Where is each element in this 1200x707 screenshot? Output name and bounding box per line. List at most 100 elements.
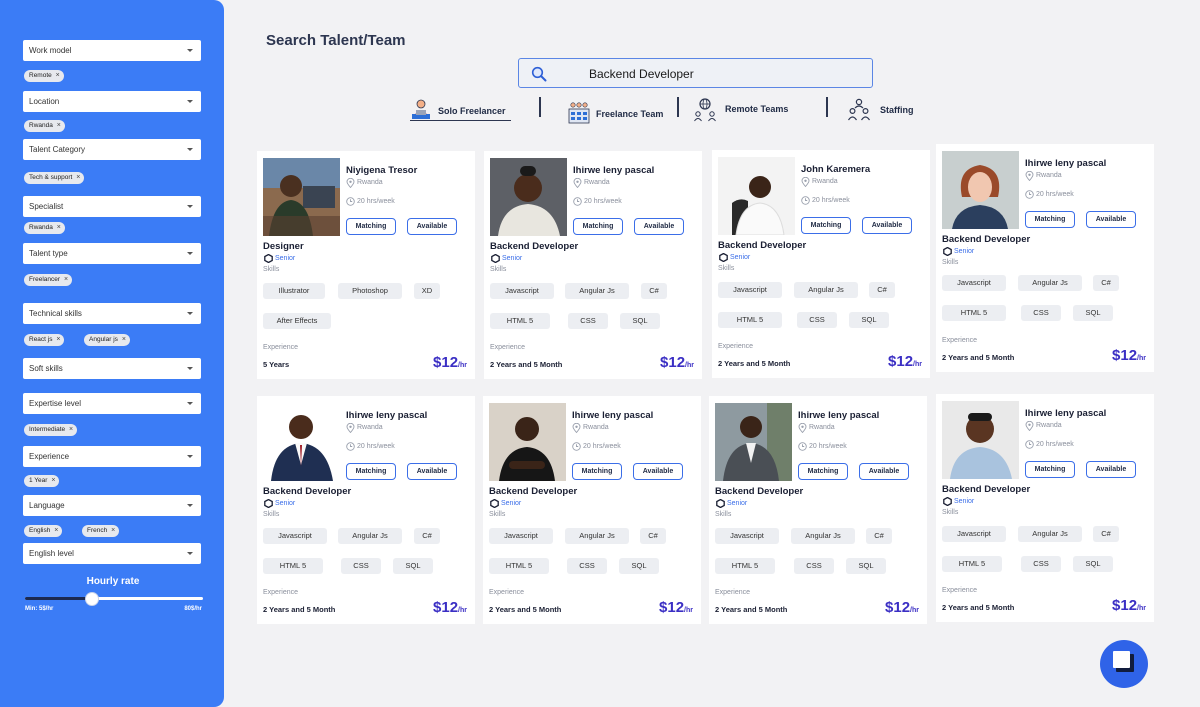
skill-tag: Angular Js <box>565 283 629 299</box>
avatar <box>715 403 792 481</box>
chip-remove-icon[interactable]: × <box>51 475 55 487</box>
soft-skills-label: Soft skills <box>29 364 63 373</box>
available-button[interactable]: Available <box>862 217 912 234</box>
available-button[interactable]: Available <box>1086 461 1136 478</box>
tab-remote-teams[interactable]: Remote Teams <box>694 96 794 126</box>
chip-remove-icon[interactable]: × <box>69 424 73 436</box>
talent-card[interactable]: Ihirwe leny pascal Rwanda 20 hrs/week Ma… <box>709 396 927 624</box>
talent-card[interactable]: Ihirwe leny pascal Rwanda 20 hrs/week Ma… <box>257 396 475 624</box>
chip-remove-icon[interactable]: × <box>56 70 60 82</box>
remote-teams-icon <box>694 98 716 122</box>
price-value: $12 <box>660 354 686 371</box>
experience-label: Experience <box>715 589 751 596</box>
talent-card[interactable]: Ihirwe leny pascal Rwanda 20 hrs/week Ma… <box>484 151 702 379</box>
tab-solo-freelancer[interactable]: Solo Freelancer <box>410 96 512 126</box>
matching-button[interactable]: Matching <box>346 218 396 235</box>
hourly-price: $12/hr <box>1112 597 1146 614</box>
expertise-level-select[interactable]: Expertise level <box>23 393 201 414</box>
talent-card[interactable]: Ihirwe leny pascal Rwanda 20 hrs/week Ma… <box>936 394 1154 622</box>
chevron-down-icon <box>187 205 193 208</box>
talent-card[interactable]: Ihirwe leny pascal Rwanda 20 hrs/week Ma… <box>483 396 701 624</box>
skills-label: Skills <box>942 509 959 516</box>
experience-value: 2 Years and 5 Month <box>718 359 791 368</box>
available-button[interactable]: Available <box>634 218 684 235</box>
work-model-select[interactable]: Work model <box>23 40 201 61</box>
available-button[interactable]: Available <box>407 463 457 480</box>
hourly-rate-slider[interactable] <box>25 592 203 606</box>
price-unit: /hr <box>685 362 694 369</box>
search-icon <box>531 66 547 82</box>
matching-button[interactable]: Matching <box>1025 461 1075 478</box>
skill-tag: Angular Js <box>565 528 629 544</box>
tab-freelance-team[interactable]: Freelance Team <box>568 99 668 129</box>
hexagon-badge-icon <box>491 254 500 263</box>
talent-type-select[interactable]: Talent type <box>23 243 201 264</box>
matching-button[interactable]: Matching <box>801 217 851 234</box>
matching-button[interactable]: Matching <box>1025 211 1075 228</box>
soft-skills-select[interactable]: Soft skills <box>23 358 201 379</box>
avatar <box>263 158 340 236</box>
slider-fill <box>25 597 91 600</box>
chat-widget-button[interactable] <box>1100 640 1148 688</box>
language-select[interactable]: Language <box>23 495 201 516</box>
available-button[interactable]: Available <box>1086 211 1136 228</box>
chip-remove-icon[interactable]: × <box>57 222 61 234</box>
available-button[interactable]: Available <box>859 463 909 480</box>
matching-button[interactable]: Matching <box>346 463 396 480</box>
chip-label: Freelancer <box>29 276 61 283</box>
tab-staffing[interactable]: Staffing <box>848 96 928 126</box>
chip-remove-icon[interactable]: × <box>76 172 80 184</box>
chip-label: React js <box>29 336 53 343</box>
price-unit: /hr <box>913 361 922 368</box>
english-level-select[interactable]: English level <box>23 543 201 564</box>
specialist-select[interactable]: Specialist <box>23 196 201 217</box>
matching-button[interactable]: Matching <box>572 463 622 480</box>
filter-chip-angular-js: Angular js × <box>84 334 130 346</box>
chip-remove-icon[interactable]: × <box>57 120 61 132</box>
slider-thumb[interactable] <box>84 592 99 606</box>
matching-button[interactable]: Matching <box>573 218 623 235</box>
talent-card[interactable]: Ihirwe leny pascal Rwanda 20 hrs/week Ma… <box>936 144 1154 372</box>
chip-remove-icon[interactable]: × <box>111 525 115 537</box>
chip-remove-icon[interactable]: × <box>122 334 126 346</box>
english-level-label: English level <box>29 549 74 558</box>
chip-label: Rwanda <box>29 122 53 129</box>
seniority-level: Senior <box>954 248 975 255</box>
talent-name: Ihirwe leny pascal <box>798 410 880 421</box>
hourly-price: $12/hr <box>888 353 922 370</box>
matching-button[interactable]: Matching <box>798 463 848 480</box>
available-button[interactable]: Available <box>633 463 683 480</box>
clock-icon <box>798 442 807 451</box>
chevron-down-icon <box>187 312 193 315</box>
talent-category-select[interactable]: Talent Category <box>23 139 201 160</box>
experience-label: Experience <box>263 589 299 596</box>
skill-tag: Illustrator <box>263 283 325 299</box>
experience-label: Experience <box>718 343 754 350</box>
chip-remove-icon[interactable]: × <box>56 334 60 346</box>
talent-hours: 20 hrs/week <box>812 197 850 204</box>
talent-search-box[interactable] <box>518 58 873 88</box>
available-button[interactable]: Available <box>407 218 457 235</box>
experience-select[interactable]: Experience <box>23 446 201 467</box>
chip-remove-icon[interactable]: × <box>54 525 58 537</box>
talent-role: Backend Developer <box>942 484 1031 495</box>
search-input[interactable] <box>587 63 861 85</box>
talent-card[interactable]: Niyigena Tresor Rwanda 20 hrs/week Match… <box>257 151 475 379</box>
tab-label: Staffing <box>880 105 914 115</box>
skills-label: Skills <box>942 259 959 266</box>
filter-chip-specialist-rwanda: Rwanda × <box>24 222 65 234</box>
chevron-down-icon <box>187 552 193 555</box>
talent-hours: 20 hrs/week <box>357 443 395 450</box>
filter-chip-1-year: 1 Year × <box>24 475 60 487</box>
chip-label: Remote <box>29 72 52 79</box>
location-select[interactable]: Location <box>23 91 201 112</box>
chip-remove-icon[interactable]: × <box>64 274 68 286</box>
chevron-down-icon <box>187 148 193 151</box>
technical-skills-select[interactable]: Technical skills <box>23 303 201 324</box>
talent-hours: 20 hrs/week <box>809 443 847 450</box>
talent-name: Ihirwe leny pascal <box>1025 408 1107 419</box>
chevron-down-icon <box>187 49 193 52</box>
seniority-level: Senior <box>727 500 748 507</box>
talent-location: Rwanda <box>812 178 838 185</box>
talent-card[interactable]: John Karemera Rwanda 20 hrs/week Matchin… <box>712 150 930 378</box>
